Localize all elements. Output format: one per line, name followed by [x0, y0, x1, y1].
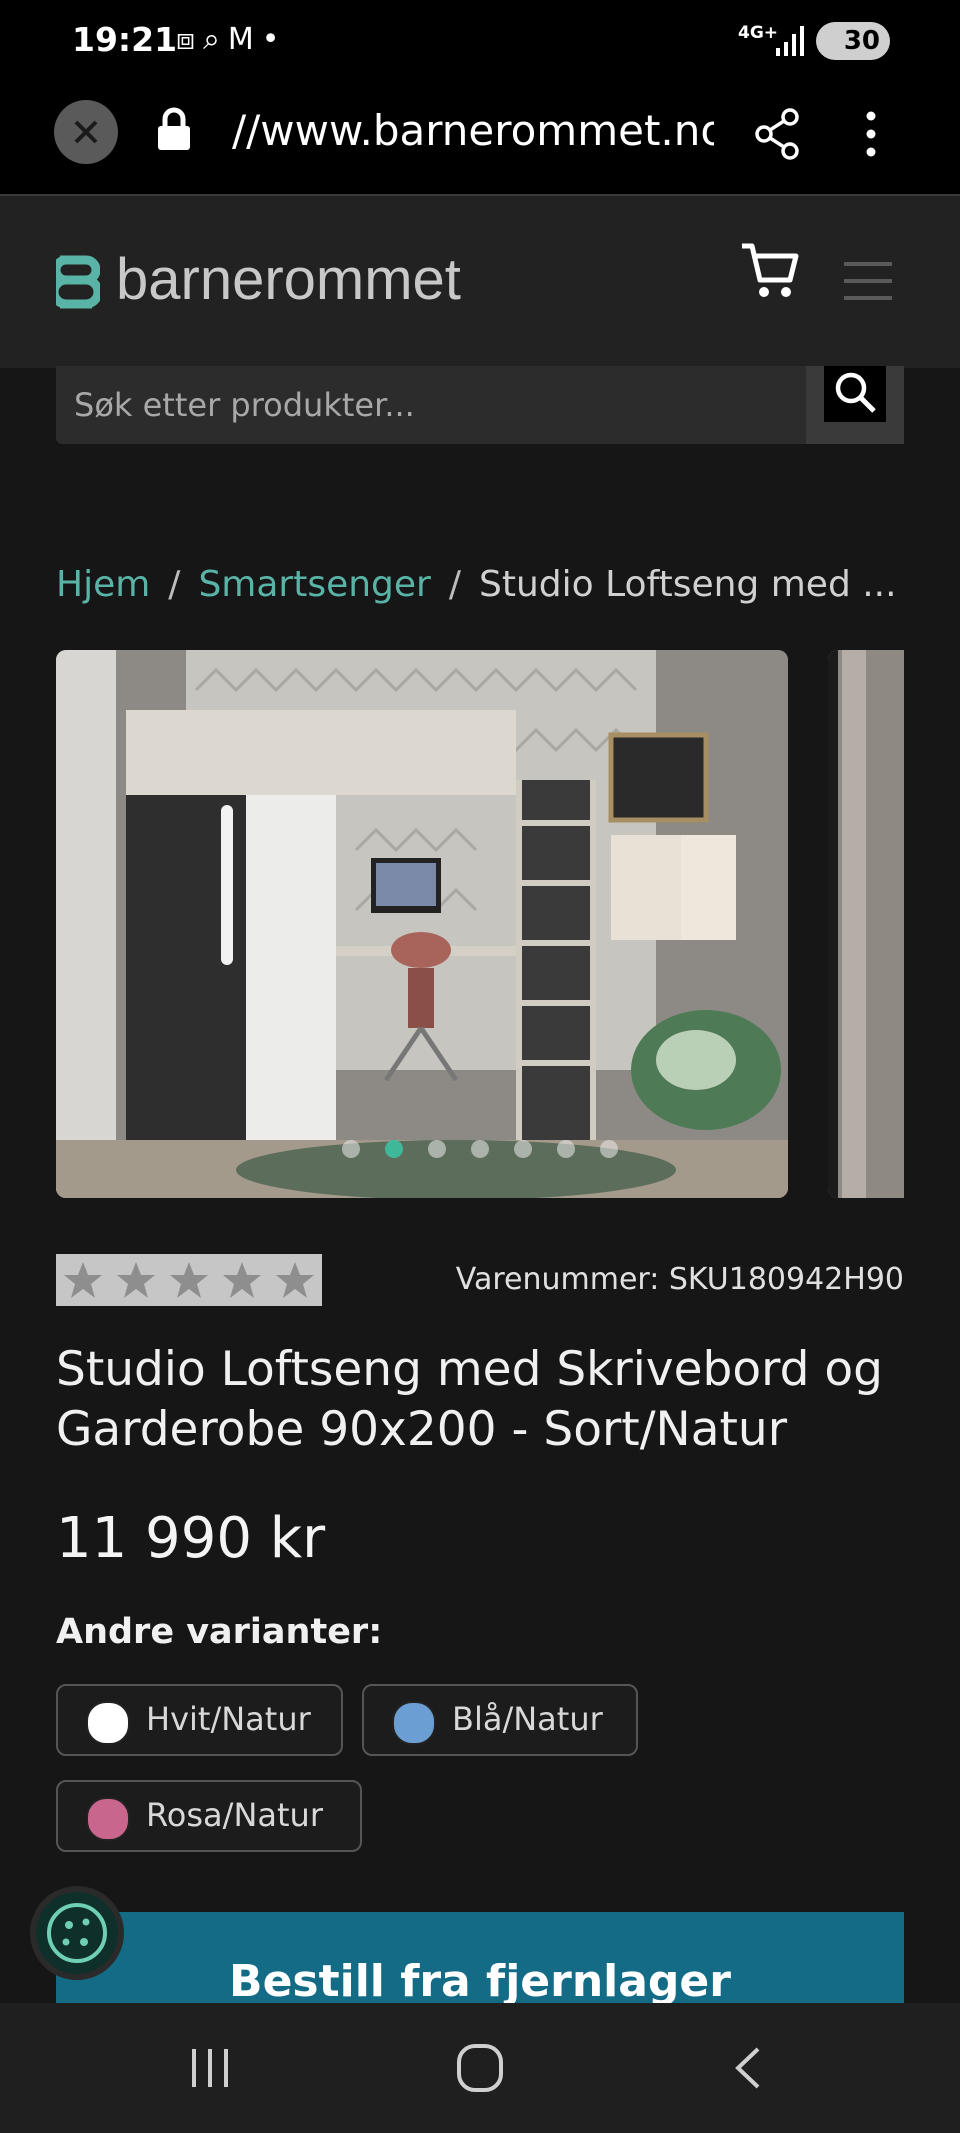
next-product-image[interactable] — [828, 650, 904, 1198]
share-icon[interactable] — [754, 108, 802, 160]
star-rating-icon — [64, 1262, 314, 1298]
variant-option-hvit-natur[interactable]: Hvit/Natur — [56, 1684, 343, 1756]
sku-number: Varenummer: SKU180942H90 — [455, 1262, 904, 1297]
recent-apps-icon[interactable] — [188, 2047, 234, 2089]
signal-icon — [776, 26, 804, 56]
system-navigation-bar — [0, 2003, 960, 2133]
status-time: 19:21 — [72, 20, 178, 59]
network-indicator: 4G+ — [738, 23, 779, 43]
rating-stars[interactable] — [56, 1254, 322, 1306]
close-icon — [74, 120, 98, 144]
close-tab-button[interactable] — [54, 100, 118, 164]
site-header: barnerommet — [0, 196, 960, 368]
breadcrumb-current: Studio Loftseng med ... — [479, 564, 897, 605]
gallery-dot-active[interactable] — [385, 1140, 403, 1158]
dot-icon: • — [261, 22, 288, 57]
gallery-dot[interactable] — [428, 1140, 446, 1158]
screenshot-icon: ⧈ — [176, 22, 204, 57]
search-button[interactable] — [806, 366, 904, 444]
search-bar — [56, 366, 904, 444]
cookie-settings-button[interactable] — [30, 1886, 124, 1980]
browser-toolbar: //www.barnerommet.no/p — [0, 84, 960, 196]
cart-icon[interactable] — [740, 240, 800, 300]
gallery-dot[interactable] — [471, 1140, 489, 1158]
logo-text[interactable]: barnerommet — [116, 246, 461, 313]
variant-option-bla-natur[interactable]: Blå/Natur — [362, 1684, 638, 1756]
color-swatch — [86, 1701, 130, 1745]
barnerommet-logo-icon[interactable] — [56, 254, 100, 310]
breadcrumb: Hjem / Smartsenger / Studio Loftseng med ... — [56, 564, 897, 605]
variant-label: Blå/Natur — [452, 1700, 603, 1738]
gallery-dot[interactable] — [557, 1140, 575, 1158]
breadcrumb-home[interactable]: Hjem — [56, 564, 150, 605]
breadcrumb-separator: / — [168, 564, 181, 605]
battery-indicator: 30 — [816, 22, 890, 60]
variants-label: Andre varianter: — [56, 1612, 383, 1652]
gmail-icon: M — [227, 22, 262, 57]
gallery-dot[interactable] — [514, 1140, 532, 1158]
lock-icon — [158, 107, 190, 150]
search-input[interactable] — [56, 366, 806, 444]
variant-label: Hvit/Natur — [146, 1700, 311, 1738]
breadcrumb-category[interactable]: Smartsenger — [198, 564, 430, 605]
loft-bed-photo — [56, 650, 788, 1198]
address-bar[interactable]: //www.barnerommet.no/p — [232, 106, 714, 162]
more-options-icon[interactable] — [864, 110, 878, 158]
product-image[interactable] — [56, 650, 788, 1198]
back-icon[interactable] — [730, 2045, 766, 2091]
status-bar: 19:21 ⧈⌕M• 4G+ 30 — [0, 0, 960, 84]
variant-option-rosa-natur[interactable]: Rosa/Natur — [56, 1780, 362, 1852]
gallery-pagination — [342, 1140, 643, 1160]
gallery-dot[interactable] — [600, 1140, 618, 1158]
home-icon[interactable] — [456, 2043, 504, 2093]
color-swatch — [392, 1701, 436, 1745]
gallery-dot[interactable] — [342, 1140, 360, 1158]
product-price: 11 990 kr — [56, 1506, 326, 1571]
breadcrumb-separator: / — [448, 564, 461, 605]
product-title: Studio Loftseng med Skrivebord og Garder… — [56, 1342, 883, 1457]
cookie-icon — [47, 1903, 107, 1963]
order-button[interactable]: Bestill fra fjernlager — [56, 1912, 904, 2012]
search-icon — [835, 372, 876, 413]
variant-label: Rosa/Natur — [146, 1796, 323, 1834]
door-photo — [828, 650, 904, 1198]
menu-icon[interactable] — [844, 262, 892, 302]
notification-icons: ⧈⌕M• — [176, 22, 288, 57]
order-button-label: Bestill fra fjernlager — [229, 1956, 731, 2007]
search-notification-icon: ⌕ — [203, 22, 228, 57]
color-swatch — [86, 1797, 130, 1841]
